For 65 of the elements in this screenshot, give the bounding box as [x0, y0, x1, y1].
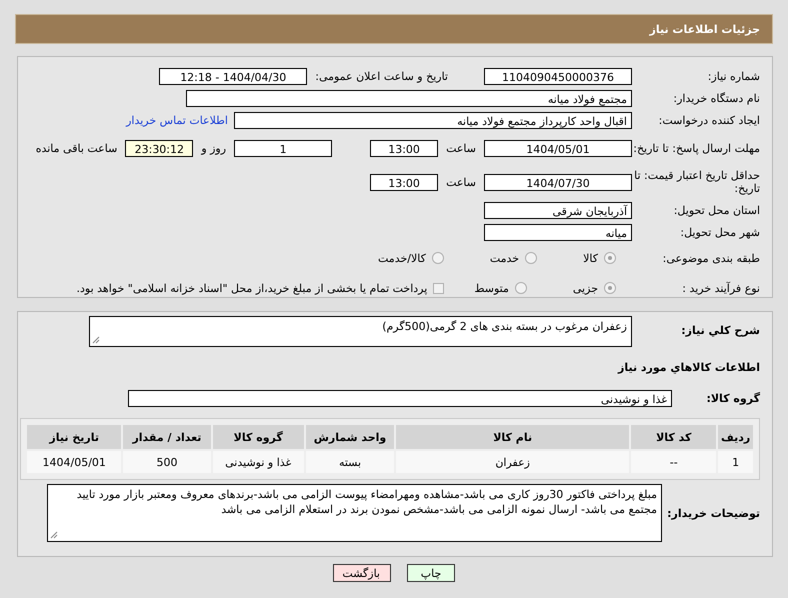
action-button[interactable]: بازگشت — [333, 564, 391, 582]
field-label: ایجاد کننده درخواست: — [658, 114, 760, 126]
checkbox[interactable] — [433, 282, 444, 294]
table-cell: زعفران — [396, 451, 630, 473]
buyer-notes-text: مبلغ پرداختی فاکتور 30روز کاری می باشد-مشاهده ومهرامضاء پیوست الزامی می باشد-برندهای معروف ومعتبر بازار مورد تایید مجتمع می باشد- ارسال نمونه الزامی می باشد-مشخص نمودن برند در استعلام الزامی می باشد — [76, 488, 657, 516]
column-header: تاریخ نیاز — [27, 425, 122, 449]
field-label: گروه كالا: — [705, 392, 760, 404]
description-text: زعفران مرغوب در بسته بندی های 2 گرمی(500گرم) — [382, 320, 627, 333]
radio-button[interactable] — [514, 282, 527, 294]
radio-label: کالا — [583, 252, 598, 264]
column-header: کد کالا — [631, 425, 716, 449]
radio-label: کالا/خدمت — [378, 252, 426, 264]
field-label: توضیحات خریدار: — [666, 506, 760, 520]
table-cell: 1404/05/01 — [27, 451, 122, 473]
radio-label: متوسط — [474, 282, 509, 294]
table-cell: 1 — [718, 451, 753, 473]
resize-grip-icon — [50, 531, 58, 539]
remaining-time-field: 23:30:12 — [125, 140, 194, 156]
announce-date-field: 1404/04/30 - 12:18 — [159, 68, 308, 84]
page-title: جزئیات اطلاعات نیاز — [650, 22, 760, 36]
radio-button[interactable] — [604, 252, 616, 264]
field-label: شماره نیاز: — [706, 70, 760, 82]
time-field: 13:00 — [370, 140, 438, 156]
radio-label: جزیی — [572, 282, 598, 294]
field-label: طبقه بندی موضوعی: — [662, 252, 760, 264]
field-label: مهلت ارسال پاسخ: تا تاریخ: — [632, 142, 760, 154]
remaining-label: ساعت باقی مانده — [36, 142, 118, 154]
radio-button[interactable] — [432, 252, 444, 264]
radio-button[interactable] — [525, 252, 538, 264]
date-field: 1404/05/01 — [484, 140, 632, 156]
checkbox-label: پرداخت تمام یا بخشی از مبلغ خرید،از محل "اسناد خزانه اسلامی" خواهد بود. — [76, 282, 428, 294]
province-field: آذربایجان شرقی — [484, 202, 632, 218]
field-label: نام دستگاه خریدار: — [672, 92, 760, 104]
table-cell: -- — [631, 451, 716, 473]
column-header: ردیف — [718, 425, 753, 449]
table-cell: بسته — [306, 451, 394, 473]
column-header: واحد شمارش — [306, 425, 394, 449]
field-label: استان محل تحویل: — [672, 204, 760, 216]
date-field: 1404/07/30 — [484, 174, 632, 190]
time-label: ساعت — [446, 142, 476, 154]
column-header: گروه کالا — [212, 425, 304, 449]
action-button[interactable]: چاپ — [407, 564, 455, 582]
radio-button[interactable] — [604, 282, 616, 294]
buyer-contact-link[interactable]: اطلاعات تماس خریدار — [126, 114, 228, 126]
field-label: شرح كلي نياز: — [680, 323, 760, 337]
time-label: ساعت — [446, 176, 476, 188]
days-field: 1 — [234, 140, 332, 156]
buyer-name-field: مجتمع فولاد میانه — [186, 90, 632, 106]
city-field: میانه — [484, 224, 632, 240]
requester-field: اقبال واحد کارپرداز مجتمع فولاد میانه — [234, 112, 632, 128]
field-label: حداقل تاریخ اعتبار قیمت: تا تاریخ: — [633, 169, 760, 195]
resize-grip-icon — [92, 336, 100, 344]
field-label: تاریخ و ساعت اعلان عمومی: — [315, 70, 448, 82]
field-label: شهر محل تحویل: — [679, 226, 760, 238]
radio-label: خدمت — [490, 252, 520, 264]
field-label: نوع فرآیند خرید : — [681, 282, 760, 294]
table-cell: 500 — [123, 451, 210, 473]
need-number-field: 1104090450000376 — [484, 68, 632, 84]
column-header: نام کالا — [396, 425, 630, 449]
goods-group-field: غذا و نوشیدنی — [128, 390, 672, 406]
days-label: روز و — [201, 142, 226, 154]
table-cell: غذا و نوشیدنی — [212, 451, 304, 473]
time-field: 13:00 — [370, 174, 438, 190]
column-header: تعداد / مقدار — [123, 425, 210, 449]
section-heading: اطلاعات كالاهاي مورد نياز — [618, 360, 760, 374]
